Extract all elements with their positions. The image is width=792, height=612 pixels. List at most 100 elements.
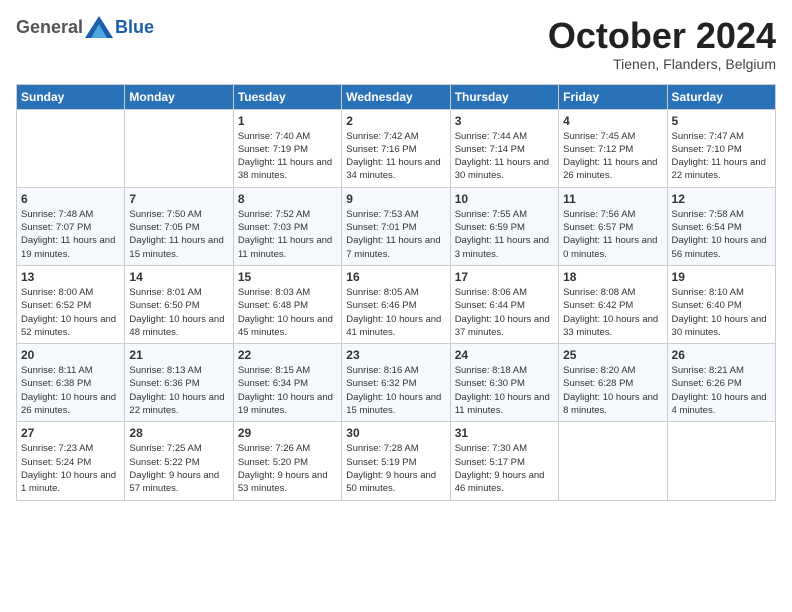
calendar-cell xyxy=(125,109,233,187)
location-subtitle: Tienen, Flanders, Belgium xyxy=(548,56,776,72)
calendar-cell xyxy=(559,422,667,500)
day-info: Sunrise: 8:05 AM Sunset: 6:46 PM Dayligh… xyxy=(346,286,445,339)
calendar-cell: 28 Sunrise: 7:25 AM Sunset: 5:22 PM Dayli… xyxy=(125,422,233,500)
day-info: Sunrise: 8:00 AM Sunset: 6:52 PM Dayligh… xyxy=(21,286,120,339)
day-info: Sunrise: 7:23 AM Sunset: 5:24 PM Dayligh… xyxy=(21,442,120,495)
day-info: Sunrise: 8:08 AM Sunset: 6:42 PM Dayligh… xyxy=(563,286,662,339)
day-info: Sunrise: 7:45 AM Sunset: 7:12 PM Dayligh… xyxy=(563,130,662,183)
day-number: 1 xyxy=(238,114,337,128)
column-header-wednesday: Wednesday xyxy=(342,84,450,109)
calendar-cell xyxy=(17,109,125,187)
calendar-cell: 29 Sunrise: 7:26 AM Sunset: 5:20 PM Dayli… xyxy=(233,422,341,500)
day-number: 28 xyxy=(129,426,228,440)
day-info: Sunrise: 7:28 AM Sunset: 5:19 PM Dayligh… xyxy=(346,442,445,495)
day-number: 27 xyxy=(21,426,120,440)
calendar-cell xyxy=(667,422,775,500)
calendar-week-row: 20Sunrise: 8:11 AM Sunset: 6:38 PM Dayli… xyxy=(17,344,776,422)
column-header-tuesday: Tuesday xyxy=(233,84,341,109)
calendar-cell: 4Sunrise: 7:45 AM Sunset: 7:12 PM Daylig… xyxy=(559,109,667,187)
day-info: Sunrise: 8:21 AM Sunset: 6:26 PM Dayligh… xyxy=(672,364,771,417)
day-number: 18 xyxy=(563,270,662,284)
day-number: 24 xyxy=(455,348,554,362)
month-title: October 2024 xyxy=(548,16,776,56)
calendar-cell: 12Sunrise: 7:58 AM Sunset: 6:54 PM Dayli… xyxy=(667,187,775,265)
day-number: 17 xyxy=(455,270,554,284)
calendar-cell: 7 Sunrise: 7:50 AM Sunset: 7:05 PM Daylig… xyxy=(125,187,233,265)
calendar-cell: 27 Sunrise: 7:23 AM Sunset: 5:24 PM Dayli… xyxy=(17,422,125,500)
column-header-thursday: Thursday xyxy=(450,84,558,109)
calendar-cell: 30 Sunrise: 7:28 AM Sunset: 5:19 PM Dayli… xyxy=(342,422,450,500)
day-info: Sunrise: 7:30 AM Sunset: 5:17 PM Dayligh… xyxy=(455,442,554,495)
day-info: Sunrise: 7:25 AM Sunset: 5:22 PM Dayligh… xyxy=(129,442,228,495)
calendar-cell: 3 Sunrise: 7:44 AM Sunset: 7:14 PM Daylig… xyxy=(450,109,558,187)
day-number: 3 xyxy=(455,114,554,128)
day-number: 26 xyxy=(672,348,771,362)
calendar-cell: 13 Sunrise: 8:00 AM Sunset: 6:52 PM Dayli… xyxy=(17,265,125,343)
day-number: 10 xyxy=(455,192,554,206)
calendar-week-row: 13 Sunrise: 8:00 AM Sunset: 6:52 PM Dayli… xyxy=(17,265,776,343)
day-info: Sunrise: 8:13 AM Sunset: 6:36 PM Dayligh… xyxy=(129,364,228,417)
calendar-cell: 17 Sunrise: 8:06 AM Sunset: 6:44 PM Dayli… xyxy=(450,265,558,343)
day-info: Sunrise: 8:03 AM Sunset: 6:48 PM Dayligh… xyxy=(238,286,337,339)
calendar-table: SundayMondayTuesdayWednesdayThursdayFrid… xyxy=(16,84,776,501)
calendar-cell: 21 Sunrise: 8:13 AM Sunset: 6:36 PM Dayli… xyxy=(125,344,233,422)
day-number: 21 xyxy=(129,348,228,362)
column-header-saturday: Saturday xyxy=(667,84,775,109)
day-number: 30 xyxy=(346,426,445,440)
day-info: Sunrise: 8:20 AM Sunset: 6:28 PM Dayligh… xyxy=(563,364,662,417)
calendar-cell: 16 Sunrise: 8:05 AM Sunset: 6:46 PM Dayli… xyxy=(342,265,450,343)
logo-icon xyxy=(85,16,113,38)
calendar-cell: 9 Sunrise: 7:53 AM Sunset: 7:01 PM Daylig… xyxy=(342,187,450,265)
day-number: 29 xyxy=(238,426,337,440)
page-header: General Blue October 2024 Tienen, Flande… xyxy=(16,16,776,72)
calendar-header-row: SundayMondayTuesdayWednesdayThursdayFrid… xyxy=(17,84,776,109)
day-number: 31 xyxy=(455,426,554,440)
day-info: Sunrise: 8:16 AM Sunset: 6:32 PM Dayligh… xyxy=(346,364,445,417)
logo-general-text: General xyxy=(16,17,83,38)
day-info: Sunrise: 7:56 AM Sunset: 6:57 PM Dayligh… xyxy=(563,208,662,261)
calendar-cell: 24 Sunrise: 8:18 AM Sunset: 6:30 PM Dayli… xyxy=(450,344,558,422)
day-info: Sunrise: 7:53 AM Sunset: 7:01 PM Dayligh… xyxy=(346,208,445,261)
day-number: 25 xyxy=(563,348,662,362)
day-number: 8 xyxy=(238,192,337,206)
day-number: 23 xyxy=(346,348,445,362)
calendar-cell: 19 Sunrise: 8:10 AM Sunset: 6:40 PM Dayli… xyxy=(667,265,775,343)
calendar-cell: 6Sunrise: 7:48 AM Sunset: 7:07 PM Daylig… xyxy=(17,187,125,265)
day-number: 15 xyxy=(238,270,337,284)
column-header-friday: Friday xyxy=(559,84,667,109)
calendar-cell: 31 Sunrise: 7:30 AM Sunset: 5:17 PM Dayli… xyxy=(450,422,558,500)
day-info: Sunrise: 7:58 AM Sunset: 6:54 PM Dayligh… xyxy=(672,208,771,261)
calendar-cell: 5Sunrise: 7:47 AM Sunset: 7:10 PM Daylig… xyxy=(667,109,775,187)
day-info: Sunrise: 7:48 AM Sunset: 7:07 PM Dayligh… xyxy=(21,208,120,261)
day-info: Sunrise: 8:18 AM Sunset: 6:30 PM Dayligh… xyxy=(455,364,554,417)
calendar-cell: 14Sunrise: 8:01 AM Sunset: 6:50 PM Dayli… xyxy=(125,265,233,343)
day-info: Sunrise: 8:11 AM Sunset: 6:38 PM Dayligh… xyxy=(21,364,120,417)
day-info: Sunrise: 7:26 AM Sunset: 5:20 PM Dayligh… xyxy=(238,442,337,495)
day-info: Sunrise: 8:01 AM Sunset: 6:50 PM Dayligh… xyxy=(129,286,228,339)
day-number: 16 xyxy=(346,270,445,284)
day-info: Sunrise: 8:10 AM Sunset: 6:40 PM Dayligh… xyxy=(672,286,771,339)
calendar-cell: 15 Sunrise: 8:03 AM Sunset: 6:48 PM Dayli… xyxy=(233,265,341,343)
day-info: Sunrise: 7:55 AM Sunset: 6:59 PM Dayligh… xyxy=(455,208,554,261)
calendar-cell: 20Sunrise: 8:11 AM Sunset: 6:38 PM Dayli… xyxy=(17,344,125,422)
day-info: Sunrise: 7:42 AM Sunset: 7:16 PM Dayligh… xyxy=(346,130,445,183)
day-number: 19 xyxy=(672,270,771,284)
calendar-cell: 10 Sunrise: 7:55 AM Sunset: 6:59 PM Dayli… xyxy=(450,187,558,265)
calendar-cell: 22 Sunrise: 8:15 AM Sunset: 6:34 PM Dayli… xyxy=(233,344,341,422)
calendar-cell: 1 Sunrise: 7:40 AM Sunset: 7:19 PM Daylig… xyxy=(233,109,341,187)
day-info: Sunrise: 7:52 AM Sunset: 7:03 PM Dayligh… xyxy=(238,208,337,261)
day-number: 5 xyxy=(672,114,771,128)
day-number: 13 xyxy=(21,270,120,284)
calendar-cell: 25 Sunrise: 8:20 AM Sunset: 6:28 PM Dayli… xyxy=(559,344,667,422)
day-info: Sunrise: 7:44 AM Sunset: 7:14 PM Dayligh… xyxy=(455,130,554,183)
day-info: Sunrise: 8:06 AM Sunset: 6:44 PM Dayligh… xyxy=(455,286,554,339)
day-info: Sunrise: 8:15 AM Sunset: 6:34 PM Dayligh… xyxy=(238,364,337,417)
calendar-cell: 23 Sunrise: 8:16 AM Sunset: 6:32 PM Dayli… xyxy=(342,344,450,422)
day-info: Sunrise: 7:50 AM Sunset: 7:05 PM Dayligh… xyxy=(129,208,228,261)
day-number: 22 xyxy=(238,348,337,362)
day-info: Sunrise: 7:40 AM Sunset: 7:19 PM Dayligh… xyxy=(238,130,337,183)
day-number: 7 xyxy=(129,192,228,206)
calendar-cell: 18 Sunrise: 8:08 AM Sunset: 6:42 PM Dayli… xyxy=(559,265,667,343)
calendar-week-row: 27 Sunrise: 7:23 AM Sunset: 5:24 PM Dayli… xyxy=(17,422,776,500)
day-number: 9 xyxy=(346,192,445,206)
